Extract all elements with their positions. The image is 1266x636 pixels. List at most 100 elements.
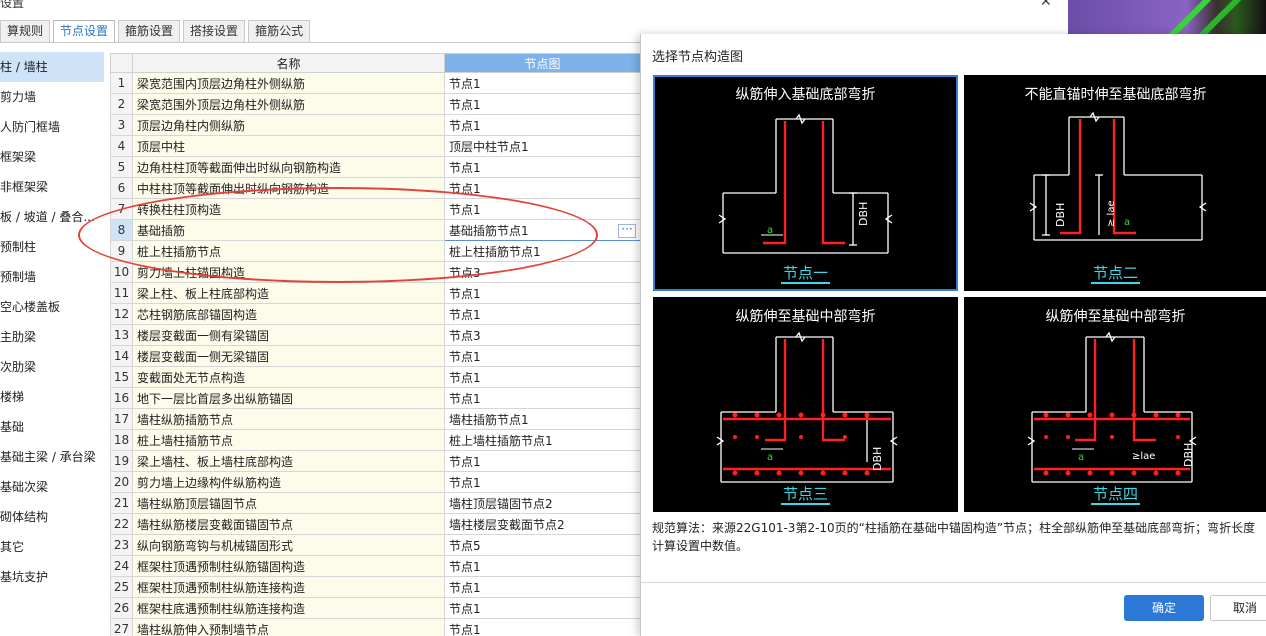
row-name: 桩上柱插筋节点: [132, 240, 445, 262]
sidebar-item[interactable]: 非框架梁: [0, 172, 104, 202]
table-row[interactable]: 9 桩上柱插筋节点 桩上柱插筋节点1: [110, 240, 641, 262]
row-node-value[interactable]: 节点3: [444, 261, 641, 283]
table-row[interactable]: 20 剪力墙上边缘构件纵筋构造 节点1: [110, 471, 641, 493]
sidebar-item[interactable]: 基础: [0, 412, 104, 442]
table-row[interactable]: 7 转换柱柱顶构造 节点1: [110, 198, 641, 220]
row-node-value[interactable]: 墙柱顶层锚固节点2: [444, 492, 641, 514]
sidebar-item[interactable]: 砌体结构: [0, 502, 104, 532]
table-row[interactable]: 15 变截面处无节点构造 节点1: [110, 366, 641, 388]
sidebar-item[interactable]: 楼梯: [0, 382, 104, 412]
row-node-value[interactable]: 基础插筋节点1 ···: [444, 219, 641, 241]
row-node-value[interactable]: 节点1: [444, 177, 641, 199]
row-name: 变截面处无节点构造: [132, 366, 445, 388]
sidebar-item[interactable]: 板 / 坡道 / 叠合...: [0, 202, 104, 232]
table-row[interactable]: 17 墙柱纵筋插筋节点 墙柱插筋节点1: [110, 408, 641, 430]
sidebar-item[interactable]: 基坑支护: [0, 562, 104, 592]
row-node-value[interactable]: 节点1: [444, 555, 641, 577]
table-row[interactable]: 2 梁宽范围外顶层边角柱外侧纵筋 节点1: [110, 93, 641, 115]
sidebar-item[interactable]: 预制柱: [0, 232, 104, 262]
node-value-text: 节点1: [449, 475, 481, 490]
table-row[interactable]: 10 剪力墙上柱锚固构造 节点3: [110, 261, 641, 283]
table-row[interactable]: 23 纵向钢筋弯钩与机械锚固形式 节点5: [110, 534, 641, 556]
row-node-value[interactable]: 节点1: [444, 597, 641, 619]
tab-calc-rules[interactable]: 算规则: [0, 20, 51, 42]
table-row[interactable]: 5 边角柱柱顶等截面伸出时纵向钢筋构造 节点1: [110, 156, 641, 178]
browse-button[interactable]: ···: [618, 223, 636, 238]
row-node-value[interactable]: 节点1: [444, 72, 641, 94]
sidebar-item[interactable]: 空心楼盖板: [0, 292, 104, 322]
table-row[interactable]: 26 框架柱底遇预制柱纵筋连接构造 节点1: [110, 597, 641, 619]
ok-button[interactable]: 确定: [1124, 595, 1204, 621]
table-row[interactable]: 11 梁上柱、板上柱底部构造 节点1: [110, 282, 641, 304]
node-panel-4[interactable]: a ≥lae DBH 纵筋伸至基础中部弯折 节点四: [964, 297, 1266, 512]
row-node-value[interactable]: 节点3: [444, 324, 641, 346]
sidebar-item[interactable]: 剪力墙: [0, 82, 104, 112]
header-node-image[interactable]: 节点图: [444, 53, 641, 73]
table-row[interactable]: 25 框架柱顶遇预制柱纵筋连接构造 节点1: [110, 576, 641, 598]
table-row[interactable]: 22 墙柱纵筋楼层变截面锚固节点 墙柱楼层变截面节点2: [110, 513, 641, 535]
row-node-value[interactable]: 节点1: [444, 618, 641, 636]
sidebar-item[interactable]: 主肋梁: [0, 322, 104, 352]
node-value-text: 节点5: [449, 538, 481, 553]
row-name: 楼层变截面一侧无梁锚固: [132, 345, 445, 367]
cancel-button[interactable]: 取消: [1210, 595, 1266, 621]
sidebar-item[interactable]: 框架梁: [0, 142, 104, 172]
row-number: 10: [110, 261, 133, 283]
table-row[interactable]: 24 框架柱顶遇预制柱纵筋锚固构造 节点1: [110, 555, 641, 577]
row-name: 梁上柱、板上柱底部构造: [132, 282, 445, 304]
node-1-drawing: a DBH: [718, 113, 893, 254]
sidebar-item[interactable]: 预制墙: [0, 262, 104, 292]
table-row[interactable]: 4 顶层中柱 顶层中柱节点1: [110, 135, 641, 157]
row-node-value[interactable]: 节点1: [444, 387, 641, 409]
row-node-value[interactable]: 节点1: [444, 114, 641, 136]
table-row[interactable]: 6 中柱柱顶等截面伸出时纵向钢筋构造 节点1: [110, 177, 641, 199]
row-node-value[interactable]: 桩上墙柱插筋节点1: [444, 429, 641, 451]
node-panel-2[interactable]: a DBH ≥ lae 不能直锚时伸至基础底部弯折 节点二: [964, 75, 1266, 291]
row-node-value[interactable]: 节点5: [444, 534, 641, 556]
table-row[interactable]: 27 墙柱纵筋伸入预制墙节点 节点1: [110, 618, 641, 636]
table-row[interactable]: 13 楼层变截面一侧有梁锚固 节点3: [110, 324, 641, 346]
row-node-value[interactable]: 节点1: [444, 198, 641, 220]
table-row[interactable]: 14 楼层变截面一侧无梁锚固 节点1: [110, 345, 641, 367]
row-node-value[interactable]: 节点1: [444, 471, 641, 493]
row-node-value[interactable]: 墙柱楼层变截面节点2: [444, 513, 641, 535]
node-panel-1[interactable]: a DBH 纵筋伸入基础底部弯折 节点一: [653, 75, 958, 291]
table-row[interactable]: 18 桩上墙柱插筋节点 桩上墙柱插筋节点1: [110, 429, 641, 451]
row-node-value[interactable]: 节点1: [444, 366, 641, 388]
tab-node-settings[interactable]: 节点设置: [53, 20, 116, 42]
row-number: 21: [110, 492, 133, 514]
tab-stirrup-formula[interactable]: 箍筋公式: [248, 20, 311, 42]
sidebar-item[interactable]: 人防门框墙: [0, 112, 104, 142]
row-name: 中柱柱顶等截面伸出时纵向钢筋构造: [132, 177, 445, 199]
sidebar-item[interactable]: 次肋梁: [0, 352, 104, 382]
sidebar-item[interactable]: 基础次梁: [0, 472, 104, 502]
row-node-value[interactable]: 桩上柱插筋节点1: [444, 240, 641, 262]
row-node-value[interactable]: 节点1: [444, 93, 641, 115]
node-panel-3[interactable]: a DBH 纵筋伸至基础中部弯折 节点三: [653, 297, 958, 512]
sidebar-item[interactable]: 其它: [0, 532, 104, 562]
table-row[interactable]: 19 梁上墙柱、板上墙柱底部构造 节点1: [110, 450, 641, 472]
table-row[interactable]: 21 墙柱纵筋顶层锚固节点 墙柱顶层锚固节点2: [110, 492, 641, 514]
row-number: 20: [110, 471, 133, 493]
sidebar-item[interactable]: 基础主梁 / 承台梁: [0, 442, 104, 472]
row-node-value[interactable]: 墙柱插筋节点1: [444, 408, 641, 430]
row-node-value[interactable]: 节点1: [444, 345, 641, 367]
row-node-value[interactable]: 节点1: [444, 156, 641, 178]
row-node-value[interactable]: 节点1: [444, 576, 641, 598]
tab-lap-settings[interactable]: 搭接设置: [183, 20, 246, 42]
table-row[interactable]: 12 芯柱钢筋底部锚固构造 节点1: [110, 303, 641, 325]
header-name[interactable]: 名称: [132, 53, 445, 73]
sidebar-item[interactable]: 柱 / 墙柱: [0, 52, 104, 82]
table-row[interactable]: 8 基础插筋 基础插筋节点1 ···: [110, 219, 641, 241]
row-node-value[interactable]: 节点1: [444, 282, 641, 304]
tab-stirrup-settings[interactable]: 箍筋设置: [118, 20, 181, 42]
row-node-value[interactable]: 顶层中柱节点1: [444, 135, 641, 157]
table-row[interactable]: 3 顶层边角柱内侧纵筋 节点1: [110, 114, 641, 136]
table-row[interactable]: 16 地下一层比首层多出纵筋锚固 节点1: [110, 387, 641, 409]
row-node-value[interactable]: 节点1: [444, 303, 641, 325]
rule-description-line-2: 计算设置中数值。: [652, 539, 749, 553]
node-2-drawing: a DBH ≥ lae: [1029, 111, 1207, 241]
row-node-value[interactable]: 节点1: [444, 450, 641, 472]
close-icon[interactable]: ✕: [1040, 0, 1052, 10]
table-row[interactable]: 1 梁宽范围内顶层边角柱外侧纵筋 节点1: [110, 72, 641, 94]
